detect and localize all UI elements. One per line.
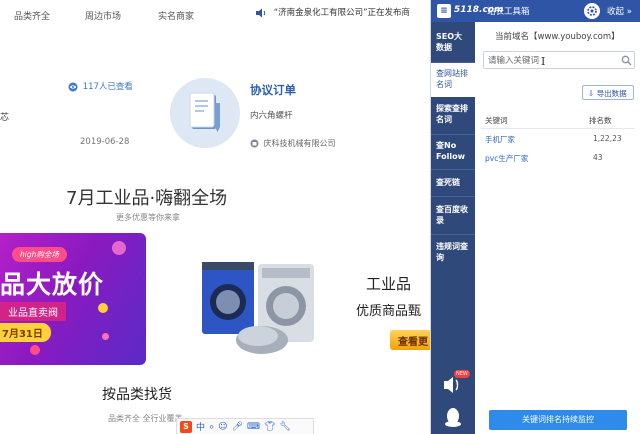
promo-title: 7月工业品·嗨翻全场	[66, 188, 228, 209]
nav-item-nearby-market[interactable]: 周边市场	[85, 9, 121, 22]
search-icon[interactable]	[621, 55, 632, 66]
category-subtitle: 品类齐全 全行业覆盖	[108, 414, 183, 423]
qq-contact-button[interactable]	[431, 402, 475, 434]
announcement-button[interactable]: NEW	[431, 370, 475, 400]
export-label: 导出数据	[596, 89, 627, 98]
promo-subtitle: 更多优惠等你来拿	[116, 213, 180, 222]
view-count-text: 117人已查看	[82, 82, 133, 92]
promo-banner[interactable]: high购全场 品大放价 业品直卖阀 7月31日	[0, 233, 146, 365]
nav-divider	[431, 134, 475, 135]
announcement-text: “济南金泉化工有限公司”正在发布商	[273, 8, 411, 18]
settings-icon[interactable]: 🔧︎	[279, 422, 290, 432]
panel-nav: SEO大数据 查网站排名词 探索查排名词 查No Follow 查死链 查百度收…	[431, 22, 475, 434]
export-data-button[interactable]: ⇩ 导出数据	[582, 85, 634, 100]
column-header-rank: 排名数	[589, 116, 612, 125]
panel-header: ≡ 5118.com 站长工具箱 收起 »	[431, 0, 640, 22]
table-row-keyword[interactable]: pvc生产厂家	[485, 153, 528, 164]
company-icon	[250, 139, 259, 148]
top-nav: 品类齐全 周边市场 实名商家 “济南金泉化工有限公司”正在发布商	[0, 0, 430, 28]
decor-dot	[30, 345, 40, 355]
machine-image	[202, 262, 314, 354]
banner-tag: high购全场	[12, 247, 67, 262]
table-row-keyword[interactable]: 手机厂家	[485, 134, 515, 145]
microphone-icon[interactable]: 🎤︎	[232, 422, 243, 432]
collapse-button[interactable]: 收起 »	[607, 5, 632, 17]
order-product: 内六角螺杆	[250, 111, 293, 121]
ime-toolbar[interactable]: S 中 ⸰ ☺ 🎤︎ ⌨ 👕︎ 🔧︎	[176, 418, 314, 434]
table-divider	[481, 128, 635, 129]
industrial-title: 工业品	[366, 275, 412, 293]
view-more-button[interactable]: 查看更	[390, 330, 430, 350]
eye-icon	[68, 82, 78, 91]
panel-tool-name: 站长工具箱	[487, 7, 530, 17]
skin-icon[interactable]: 👕︎	[264, 422, 275, 432]
column-header-keyword: 关键词	[485, 116, 508, 125]
nav-item-verified-merchants[interactable]: 实名商家	[158, 9, 194, 22]
text-cursor-icon: I	[541, 55, 546, 68]
order-title[interactable]: 协议订单	[250, 82, 296, 98]
order-company[interactable]: 庆科技机械有限公司	[250, 138, 336, 149]
tab-nofollow[interactable]: 查No Follow	[431, 137, 475, 167]
banner-date: 7月31日	[0, 323, 51, 342]
tab-site-ranking-keywords[interactable]: 查网站排名词	[431, 63, 475, 97]
tab-baidu-index[interactable]: 查百度收录	[431, 202, 475, 232]
nav-divider	[431, 196, 475, 197]
tab-banned-words[interactable]: 违规词查询	[431, 239, 475, 269]
qq-penguin-icon	[445, 408, 461, 427]
screen: 品类齐全 周边市场 实名商家 “济南金泉化工有限公司”正在发布商 芯 117人已…	[0, 0, 640, 434]
keyboard-icon[interactable]: ⌨	[247, 422, 260, 432]
rank-monitor-button[interactable]: 关键词排名持续监控	[489, 410, 627, 430]
tab-dead-links[interactable]: 查死链	[431, 174, 475, 194]
order-company-text: 庆科技机械有限公司	[263, 139, 336, 148]
tab-seo-data[interactable]: SEO大数据	[431, 26, 475, 60]
collapse-label: 收起	[607, 7, 625, 17]
decor-dot	[112, 241, 126, 255]
category-title: 按品类找货	[102, 387, 172, 403]
export-icon: ⇩	[588, 89, 595, 98]
decor-dot	[102, 333, 109, 340]
gear-icon[interactable]	[584, 3, 600, 19]
nav-divider	[431, 169, 475, 170]
current-domain: 当前域名【www.youboy.com】	[495, 32, 620, 42]
table-row-rank: 1,22,23	[593, 134, 622, 143]
tab-explore-ranking-keywords[interactable]: 探索查排名词	[431, 100, 475, 132]
industrial-subtitle: 优质商品甄	[356, 304, 422, 319]
keyword-search-input[interactable]	[488, 54, 616, 67]
seo-toolbox-panel: ≡ 5118.com 站长工具箱 收起 » SEO大数据 查网站排名词 探索查排…	[430, 0, 640, 434]
ime-mode[interactable]: 中	[196, 420, 205, 433]
table-row-rank: 43	[593, 153, 603, 162]
punctuation-icon[interactable]: ⸰	[209, 420, 214, 433]
order-date: 2019-06-28	[80, 137, 130, 147]
decor-dot	[98, 303, 108, 313]
nav-item-categories[interactable]: 品类齐全	[14, 9, 50, 22]
chevron-right-icon: »	[626, 7, 632, 17]
banner-headline: 品大放价	[0, 270, 105, 299]
logo-icon: ≡	[437, 4, 451, 18]
new-badge: NEW	[454, 370, 470, 378]
document-icon	[170, 78, 240, 148]
speaker-icon	[256, 8, 266, 17]
keyword-search	[483, 51, 635, 69]
nav-divider	[431, 234, 475, 235]
view-count: 117人已查看	[68, 80, 133, 92]
panel-content: 当前域名【www.youboy.com】 I ⇩ 导出数据 关键词 排名数 手机…	[475, 22, 640, 434]
announcement[interactable]: “济南金泉化工有限公司”正在发布商	[255, 6, 410, 18]
cut-off-text: 芯	[0, 113, 10, 123]
sogou-logo-icon[interactable]: S	[180, 420, 192, 433]
emoji-icon[interactable]: ☺	[218, 422, 227, 432]
banner-line2: 业品直卖阀	[0, 302, 66, 321]
